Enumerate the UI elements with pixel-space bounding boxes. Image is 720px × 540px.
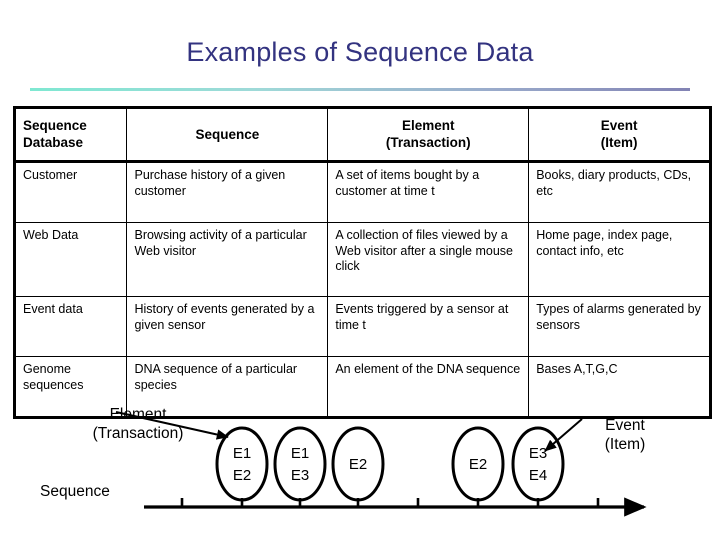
column-header-sequence: Sequence (126, 107, 329, 163)
transaction-item-label: E4 (529, 467, 547, 484)
transaction-ellipse-group: E1 E2 (215, 426, 269, 502)
transaction-ellipse-group: E1 E3 (273, 426, 327, 502)
cell-sequence: History of events generated by a given s… (126, 296, 329, 357)
element-pointer-arrow (115, 411, 229, 440)
transaction-ellipse (273, 426, 327, 502)
column-header-element: Element (Transaction) (327, 107, 530, 163)
column-header-line1: Sequence (23, 118, 87, 133)
cell-event: Types of alarms generated by sensors (528, 296, 711, 357)
page-title: Examples of Sequence Data (186, 37, 534, 67)
column-header-line2: (Item) (600, 135, 638, 150)
transaction-ellipse (511, 426, 565, 502)
table-header-row: Sequence Database Sequence Element (Tran… (13, 107, 711, 163)
transaction-item-label: E2 (233, 467, 251, 484)
column-header-line1: Sequence (195, 126, 260, 142)
table-row: Web Data Browsing activity of a particul… (13, 222, 711, 297)
table-row: Event data History of events generated b… (13, 296, 711, 357)
transaction-item-label: E1 (291, 445, 309, 462)
cell-event: Home page, index page, contact info, etc (528, 222, 711, 297)
cell-database: Web Data (13, 222, 128, 297)
transaction-item-label: E1 (233, 445, 251, 462)
transaction-item-label: E3 (529, 445, 547, 462)
transaction-ellipse-group: E2 (331, 426, 385, 502)
transaction-item-label: E3 (291, 467, 309, 484)
transaction-ellipse-group: E2 (451, 426, 505, 502)
transaction-item-label: E2 (469, 456, 487, 473)
cell-element: A set of items bought by a customer at t… (327, 161, 530, 223)
cell-element: Events triggered by a sensor at time t (327, 296, 530, 357)
cell-database: Customer (13, 161, 128, 223)
column-header-line2: Database (23, 135, 84, 150)
diagram-canvas: E1 E2 E1 E3 E2 E2 E3 E4 (115, 411, 647, 517)
timeline-axis (144, 497, 647, 517)
cell-element: A collection of files viewed by a Web vi… (327, 222, 530, 297)
transaction-ellipse-group: E3 E4 (511, 426, 565, 502)
transaction-ellipse (215, 426, 269, 502)
transaction-item-label: E2 (349, 456, 367, 473)
cell-sequence: Purchase history of a given customer (126, 161, 329, 223)
sequence-data-table: Sequence Database Sequence Element (Tran… (13, 106, 712, 419)
event-pointer-arrow (544, 418, 583, 452)
table-row: Customer Purchase history of a given cus… (13, 161, 711, 223)
column-header-line1: Element (402, 118, 455, 133)
cell-database: Event data (13, 296, 128, 357)
cell-sequence: Browsing activity of a particular Web vi… (126, 222, 329, 297)
title-divider-rule (30, 88, 690, 91)
sequence-timeline-diagram: Element (Transaction) Sequence Event (It… (0, 396, 720, 540)
column-header-line1: Event (600, 118, 638, 133)
cell-event: Books, diary products, CDs, etc (528, 161, 711, 223)
column-header-event: Event (Item) (528, 107, 711, 163)
column-header-sequence-database: Sequence Database (13, 107, 128, 163)
column-header-line2: (Transaction) (385, 135, 471, 150)
